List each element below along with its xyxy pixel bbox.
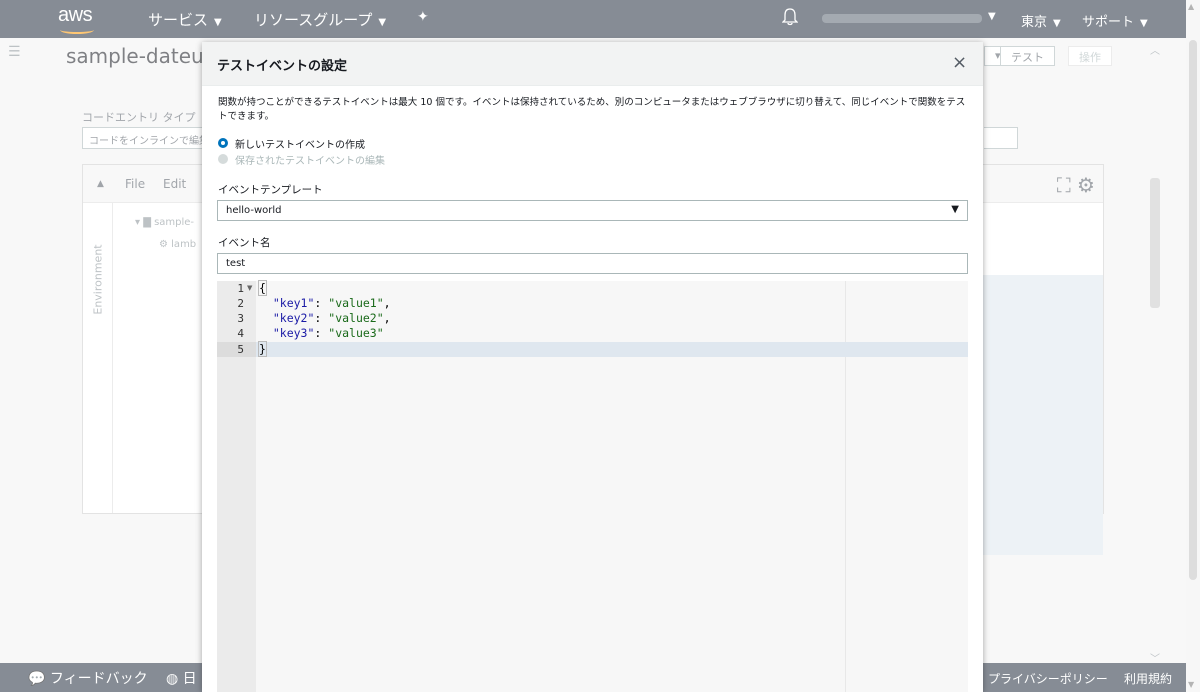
- json-value: "value2": [328, 311, 384, 325]
- open-brace: {: [258, 280, 267, 296]
- event-template-value: hello-world: [226, 205, 282, 216]
- active-line-highlight: [217, 342, 968, 357]
- dropdown-arrow-icon: ▼: [951, 204, 959, 215]
- fold-arrow-icon[interactable]: ▼: [247, 284, 252, 292]
- json-key: "key1": [272, 296, 315, 310]
- radio-unselected-icon[interactable]: [218, 154, 228, 164]
- json-key: "key2": [272, 311, 315, 325]
- code-line: "key3": "value3": [272, 326, 384, 340]
- line-number: 2: [237, 297, 244, 310]
- code-line: {: [258, 280, 267, 296]
- event-template-select[interactable]: hello-world ▼: [217, 200, 968, 221]
- code-line: "key2": "value2",: [272, 311, 391, 325]
- json-key: "key3": [272, 326, 315, 340]
- event-name-label: イベント名: [218, 237, 271, 249]
- close-brace: }: [258, 341, 267, 357]
- radio-create-new[interactable]: 新しいテストイベントの作成: [218, 136, 365, 151]
- line-number: 5: [237, 343, 244, 356]
- radio-create-new-label: 新しいテストイベントの作成: [235, 139, 365, 151]
- modal-description: 関数が持つことができるテストイベントは最大 10 個です。イベントは保持されてい…: [218, 97, 966, 122]
- line-number: 3: [237, 312, 244, 325]
- code-line: }: [258, 341, 267, 357]
- radio-edit-saved[interactable]: 保存されたテストイベントの編集: [218, 152, 385, 167]
- modal-title: テストイベントの設定: [217, 59, 348, 74]
- event-name-input[interactable]: test: [217, 253, 968, 274]
- close-icon[interactable]: ×: [952, 54, 967, 72]
- test-event-modal: テストイベントの設定 × 関数が持つことができるテストイベントは最大 10 個で…: [202, 42, 983, 692]
- json-value: "value1": [328, 296, 384, 310]
- event-json-editor[interactable]: 1 ▼ 2 3 4 5 { "key1": "value1", "key2": …: [217, 280, 968, 692]
- modal-header: テストイベントの設定 ×: [202, 42, 983, 86]
- json-separator: ,: [383, 311, 391, 325]
- radio-edit-saved-label: 保存されたテストイベントの編集: [235, 155, 385, 167]
- json-value: "value3": [328, 326, 384, 340]
- line-number: 4: [237, 327, 244, 340]
- event-template-label: イベントテンプレート: [218, 184, 323, 196]
- radio-selected-icon[interactable]: [218, 138, 228, 148]
- json-separator: ,: [383, 296, 391, 310]
- line-number: 1: [237, 282, 244, 295]
- code-line: "key1": "value1",: [272, 296, 391, 310]
